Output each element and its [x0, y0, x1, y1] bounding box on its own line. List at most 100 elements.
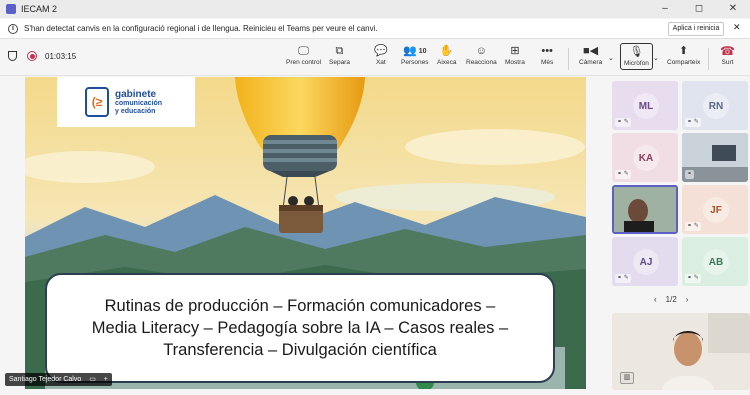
recording-icon [27, 51, 37, 61]
title-bar: IECAM 2 – ◻ ✕ [0, 0, 750, 18]
logo-line-2: comunicación [115, 99, 163, 107]
gabinete-logo: (≥ gabinete comunicación y educación [57, 77, 195, 127]
gabinete-logo-icon: (≥ [85, 87, 109, 117]
mic-options-chevron-icon[interactable]: ⌄ [653, 54, 659, 62]
meeting-timer: 01:03:15 [45, 51, 77, 61]
participant-avatar: ML [633, 93, 659, 119]
chat-button[interactable]: 💬 Xat [374, 44, 388, 66]
more-button[interactable]: ••• Més [541, 44, 553, 66]
participant-tile[interactable]: AB ⚭ ✎ [682, 237, 748, 286]
participant-avatar: RN [703, 93, 729, 119]
microphone-button[interactable]: 🎙 Micròfon [620, 43, 653, 70]
participant-avatar: AB [703, 249, 729, 275]
grid-view-icon: ⊞ [510, 45, 520, 57]
share-screen-icon: ⬆ [679, 45, 689, 57]
share-screen-label: Comparteix [667, 59, 701, 66]
screen-share-icon: ▭ [89, 376, 96, 383]
participant-status-icons: ⚭ ✎ [685, 274, 701, 283]
camera-label: Càmera [579, 59, 603, 66]
take-control-label: Pren control [286, 59, 322, 66]
banner-message: S'han detectat canvis en la configuració… [24, 24, 378, 33]
pop-out-button[interactable]: ⧉ Separa [329, 44, 350, 66]
apply-restart-button[interactable]: Aplica i reinicia [668, 22, 724, 36]
participant-avatar: AJ [633, 249, 659, 275]
caption-line-2: Media Literacy – Pedagogía sobre la IA –… [91, 319, 509, 337]
presenter-name-tag: Santiago Tejedor Calvo ▭ + [5, 373, 112, 386]
participant-tile[interactable]: KA ⚭ ✎ [612, 133, 678, 182]
take-control-button[interactable]: 🖵 Pren control [286, 44, 321, 66]
microphone-label: Micròfon [624, 60, 649, 67]
participant-pager: ‹ 1/2 › [654, 295, 688, 304]
logo-line-3: y educación [115, 107, 156, 115]
slide-caption-box: Rutinas de producción – Formación comuni… [45, 273, 555, 383]
react-button[interactable]: ☺ Reacciona [466, 44, 497, 66]
participant-tile[interactable]: JF ⚭ ✎ [682, 185, 748, 234]
view-button[interactable]: ⊞ Mostra [505, 44, 525, 66]
locale-change-banner: i S'han detectat canvis en la configurac… [0, 19, 750, 39]
presenter-name: Santiago Tejedor Calvo [9, 376, 82, 383]
presentation-slide: (≥ gabinete comunicación y educación Rut… [25, 77, 586, 389]
people-label: Persones [401, 59, 429, 66]
people-button[interactable]: 👥 10 Persones [401, 44, 428, 66]
camera-button[interactable]: ■◀ Càmera [579, 44, 602, 66]
share-screen-button[interactable]: ⬆ Comparteix [667, 44, 700, 66]
participant-avatar: JF [703, 197, 729, 223]
participant-status-icons: ⚭ ✎ [615, 118, 631, 127]
camera-icon: ■◀ [583, 45, 599, 57]
chat-label: Xat [375, 59, 386, 66]
self-view-options-icon[interactable]: ▥ [620, 372, 634, 384]
close-window-button[interactable]: ✕ [716, 0, 750, 18]
pop-out-label: Separa [329, 59, 350, 66]
speaker-video [614, 187, 676, 232]
toolbar-divider [568, 48, 569, 70]
meeting-toolbar: 01:03:15 🖵 Pren control ⧉ Separa 💬 Xat 👥… [0, 40, 750, 76]
add-icon[interactable]: + [104, 376, 108, 383]
participant-status-icons: ⚭ ✎ [615, 170, 631, 179]
leave-button[interactable]: ☎ Surt [720, 44, 735, 66]
people-icon: 👥 10 [402, 45, 427, 57]
screen-control-icon: 🖵 [298, 45, 309, 57]
window-title: IECAM 2 [21, 4, 58, 14]
more-label: Més [541, 59, 554, 66]
more-icon: ••• [541, 45, 553, 57]
page-indicator: 1/2 [665, 295, 677, 304]
raise-hand-label: Aixeca [437, 59, 457, 66]
toolbar-divider [708, 48, 709, 70]
self-video-view: ▥ [612, 313, 750, 390]
view-label: Mostra [505, 59, 525, 66]
window-controls: – ◻ ✕ [648, 0, 750, 18]
minimize-button[interactable]: – [648, 0, 682, 18]
participant-video-tile[interactable]: ⚭ [682, 133, 748, 182]
info-icon: i [8, 23, 18, 34]
close-banner-button[interactable]: ✕ [733, 22, 741, 33]
participant-tile[interactable]: AJ ⚭ ✎ [612, 237, 678, 286]
hang-up-icon: ☎ [720, 44, 735, 58]
next-page-chevron-icon[interactable]: › [686, 295, 689, 304]
shield-icon [8, 51, 17, 61]
smiley-icon: ☺ [475, 45, 487, 57]
people-count: 10 [418, 48, 427, 55]
react-label: Reacciona [466, 59, 497, 66]
participant-status-icons: ⚭ ✎ [615, 274, 631, 283]
logo-line-1: gabinete [115, 88, 157, 100]
shared-content-stage: (≥ gabinete comunicación y educación Rut… [0, 77, 608, 395]
caption-line-3: Transferencia – Divulgación científica [163, 341, 437, 359]
teams-logo-icon [6, 4, 16, 14]
participant-tile[interactable]: RN ⚭ ✎ [682, 81, 748, 130]
camera-options-chevron-icon[interactable]: ⌄ [608, 54, 614, 62]
active-speaker-tile[interactable] [612, 185, 678, 234]
pop-out-icon: ⧉ [335, 45, 344, 57]
leave-label: Surt [721, 59, 734, 66]
raise-hand-icon: ✋ [439, 45, 454, 57]
chat-icon: 💬 [374, 45, 388, 57]
participant-avatar: KA [633, 145, 659, 171]
microphone-icon: 🎙 [629, 46, 644, 58]
participant-status-icons: ⚭ [685, 170, 695, 179]
participant-tile[interactable]: ML ⚭ ✎ [612, 81, 678, 130]
participants-panel: ML ⚭ ✎ RN ⚭ ✎ KA ⚭ ✎ ⚭ JF ⚭ ✎ AJ ⚭ ✎ AB … [608, 77, 750, 395]
participant-status-icons: ⚭ ✎ [685, 222, 701, 231]
raise-hand-button[interactable]: ✋ Aixeca [437, 44, 457, 66]
caption-line-1: Rutinas de producción – Formación comuni… [104, 297, 496, 315]
prev-page-chevron-icon[interactable]: ‹ [654, 295, 657, 304]
maximize-button[interactable]: ◻ [682, 0, 716, 18]
